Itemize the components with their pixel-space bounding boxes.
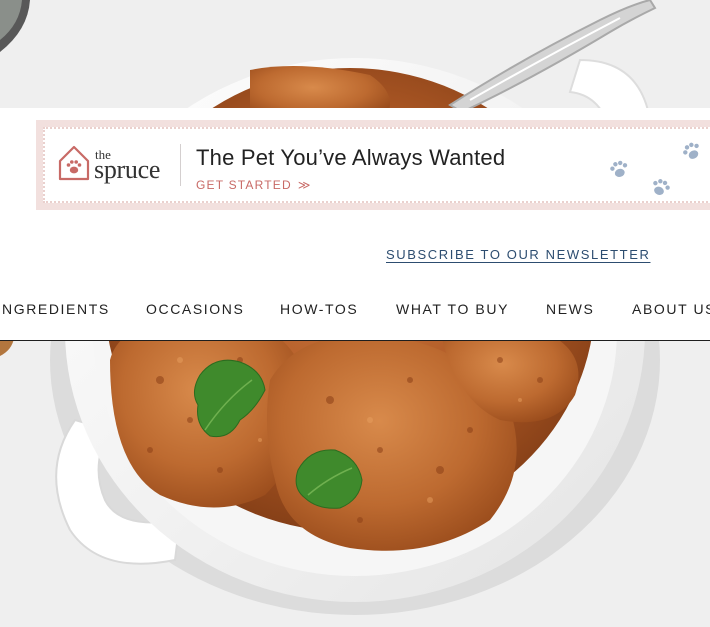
ad-headline[interactable]: The Pet You’ve Always Wanted	[196, 145, 505, 171]
header-overlay: the spruce The Pet You’ve Always Wanted …	[0, 108, 710, 341]
logo-spruce-text: spruce	[94, 155, 161, 184]
nav-item-what-to-buy[interactable]: WHAT TO BUY	[396, 301, 509, 317]
ad-banner-inner[interactable]: the spruce The Pet You’ve Always Wanted …	[43, 127, 710, 203]
nav-item-ingredients[interactable]: NGREDIENTS	[2, 301, 110, 317]
house-paw-icon	[58, 145, 90, 181]
paw-print-icon	[683, 142, 699, 159]
nav-item-how-tos[interactable]: HOW-TOS	[280, 301, 358, 317]
nav-item-occasions[interactable]: OCCASIONS	[146, 301, 244, 317]
get-started-label: GET STARTED	[196, 178, 292, 192]
spruce-logo[interactable]: the spruce	[57, 143, 167, 187]
main-nav: NGREDIENTS OCCASIONS HOW-TOS WHAT TO BUY…	[0, 291, 710, 321]
subscribe-newsletter-link[interactable]: SUBSCRIBE TO OUR NEWSLETTER	[386, 247, 650, 262]
nav-item-about-us[interactable]: ABOUT US	[632, 301, 710, 317]
double-chevron-right-icon: ≫	[297, 178, 312, 192]
page: the spruce The Pet You’ve Always Wanted …	[0, 0, 710, 627]
get-started-link[interactable]: GET STARTED ≫	[196, 178, 312, 192]
paw-print-icon	[610, 160, 628, 177]
paw-print-icon	[653, 179, 670, 195]
nav-item-news[interactable]: NEWS	[546, 301, 594, 317]
ad-banner[interactable]: the spruce The Pet You’ve Always Wanted …	[36, 120, 710, 210]
ad-divider	[180, 144, 181, 186]
